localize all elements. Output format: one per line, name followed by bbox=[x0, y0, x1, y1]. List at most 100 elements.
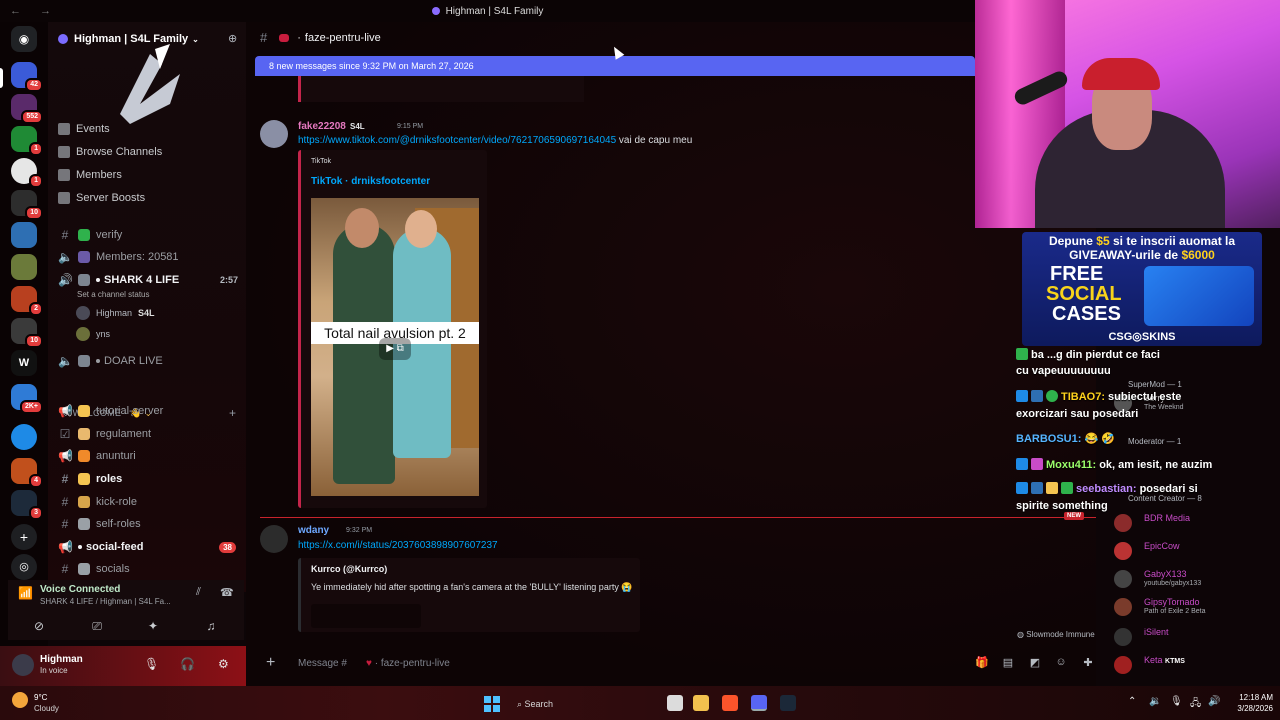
channel-members-count[interactable]: 🔈 Members: 20581 bbox=[58, 248, 244, 266]
member-item[interactable]: EpicCow bbox=[1114, 540, 1274, 562]
chevron-up-icon[interactable]: ⌃ bbox=[1128, 696, 1136, 707]
embed-text: Ye immediately hid after spotting a fan'… bbox=[311, 582, 633, 592]
server-icon-5[interactable]: 10 bbox=[11, 190, 43, 220]
soundboard-icon[interactable]: ♫ bbox=[200, 616, 222, 636]
user-name[interactable]: Highman bbox=[40, 654, 83, 665]
ad-text: si te inscrii auomat la bbox=[1109, 234, 1236, 248]
server-icon-3[interactable]: 1 bbox=[11, 126, 43, 156]
embed-title[interactable]: TikTok · drniksfootcenter bbox=[311, 176, 430, 187]
discord-home-icon[interactable]: ◉ bbox=[11, 26, 37, 52]
headphones-icon[interactable]: 🎧 bbox=[180, 657, 195, 671]
channel-roles[interactable]: # roles bbox=[58, 470, 244, 488]
composer-placeholder[interactable]: Message # bbox=[298, 658, 347, 669]
channel-shark-4-life[interactable]: 🔊 SHARK 4 LIFE 2:57 bbox=[58, 271, 244, 289]
server-icon-7[interactable] bbox=[11, 254, 37, 280]
gif-icon[interactable]: ▤ bbox=[1000, 656, 1016, 672]
emoji-icon[interactable]: ☺ bbox=[1053, 656, 1069, 672]
member-item[interactable]: Keta KTMS bbox=[1114, 654, 1274, 676]
avatar[interactable] bbox=[260, 120, 288, 148]
screen-share-icon[interactable]: ⎚ bbox=[86, 616, 108, 636]
chat-user: Moxu411: bbox=[1046, 459, 1097, 471]
voice-user[interactable]: Highman S4L bbox=[76, 305, 155, 321]
server-icon-4[interactable]: 1 bbox=[11, 158, 43, 188]
chat-text: 😂 🤣 bbox=[1081, 433, 1115, 445]
nav-members[interactable]: Members bbox=[58, 166, 122, 184]
voice-user[interactable]: yns bbox=[76, 326, 110, 342]
composer-channel[interactable]: ♥ · faze-pentru-live bbox=[366, 658, 450, 669]
gear-icon[interactable]: ⚙ bbox=[218, 657, 229, 671]
camera-off-icon[interactable]: ⊘ bbox=[28, 616, 50, 636]
embed-author[interactable]: Kurrco (@Kurrco) bbox=[311, 564, 387, 574]
message-link[interactable]: https://x.com/i/status/20376038989076072… bbox=[298, 540, 498, 551]
channel-status[interactable]: Set a channel status bbox=[77, 290, 150, 299]
network-icon[interactable]: 🖧 bbox=[1190, 696, 1201, 713]
server-icon-12[interactable] bbox=[11, 424, 37, 450]
disconnect-icon[interactable]: ☎ bbox=[220, 586, 234, 599]
weather-desc[interactable]: Cloudy bbox=[34, 704, 59, 713]
server-icon-1[interactable]: 42 bbox=[11, 62, 43, 92]
channel-verify[interactable]: # verify bbox=[58, 226, 244, 244]
voice-status[interactable]: Voice Connected bbox=[40, 584, 120, 595]
channel-tutorial-server[interactable]: 📢 tutorial-server bbox=[58, 402, 244, 420]
server-icon-11[interactable]: 2K+ bbox=[11, 384, 43, 414]
crown-badge-icon bbox=[1046, 482, 1058, 494]
server-badge: 2 bbox=[29, 302, 43, 316]
server-icon-6[interactable] bbox=[11, 222, 37, 248]
windows-start-icon[interactable] bbox=[484, 696, 500, 712]
taskbar-search[interactable]: ⌕ Search bbox=[513, 695, 569, 713]
channel-self-roles[interactable]: # self-roles bbox=[58, 515, 244, 533]
sticker-icon[interactable]: ◩ bbox=[1027, 656, 1043, 672]
channel-regulament[interactable]: ☑ regulament bbox=[58, 425, 244, 443]
member-item[interactable]: iSilent bbox=[1114, 626, 1274, 648]
member-item[interactable]: GipsyTornado Path of Exile 2 Beta bbox=[1114, 596, 1274, 618]
brave-browser-icon[interactable] bbox=[722, 695, 738, 711]
server-icon-10[interactable]: W bbox=[11, 350, 37, 376]
nav-server-boosts[interactable]: Server Boosts bbox=[58, 189, 145, 207]
file-explorer-icon[interactable] bbox=[693, 695, 709, 711]
message-link[interactable]: https://www.tiktok.com/@drniksfootcenter… bbox=[298, 135, 616, 146]
clock-time[interactable]: 12:18 AM bbox=[1233, 693, 1273, 702]
message-author[interactable]: fake22208 bbox=[298, 121, 346, 132]
server-icon-9[interactable]: 10 bbox=[11, 318, 43, 348]
weather-temp[interactable]: 9°C bbox=[34, 693, 47, 702]
message-author[interactable]: wdany bbox=[298, 525, 329, 536]
voice-location[interactable]: SHARK 4 LIFE / Highman | S4L Fa... bbox=[40, 597, 171, 606]
task-view-icon[interactable] bbox=[667, 695, 683, 711]
play-icon[interactable]: ▶ ⧉ bbox=[379, 338, 411, 360]
clock-date[interactable]: 3/28/2026 bbox=[1225, 704, 1273, 713]
embed-media[interactable] bbox=[311, 604, 421, 628]
invite-people-icon[interactable]: ⊕ bbox=[228, 32, 240, 45]
nav-events[interactable]: Events bbox=[58, 120, 110, 138]
server-icon-14[interactable]: 3 bbox=[11, 490, 43, 520]
avatar[interactable] bbox=[12, 654, 34, 676]
microphone-icon[interactable]: 🎙 bbox=[144, 657, 159, 671]
channel-socials[interactable]: # socials bbox=[58, 560, 244, 578]
steam-icon[interactable] bbox=[780, 695, 796, 711]
discord-taskbar-icon[interactable] bbox=[751, 695, 767, 711]
add-server-icon[interactable]: + bbox=[11, 524, 37, 550]
microphone-icon[interactable]: 🎙 bbox=[1170, 696, 1183, 707]
channel-anunturi[interactable]: 📢 anunturi bbox=[58, 447, 244, 465]
server-icon-8[interactable]: 2 bbox=[11, 286, 43, 316]
activities-icon[interactable]: ✦ bbox=[142, 616, 164, 636]
noise-suppression-icon[interactable]: ⫽ bbox=[196, 586, 201, 599]
discover-icon[interactable]: ◎ bbox=[11, 554, 37, 580]
nav-browse-channels[interactable]: Browse Channels bbox=[58, 143, 162, 161]
member-item[interactable]: GabyX133 youtube/gabyx133 bbox=[1114, 568, 1274, 590]
speaker-icon[interactable]: 🔊 bbox=[1208, 696, 1220, 707]
video-thumbnail[interactable]: Total nail avulsion pt. 2 ▶ ⧉ bbox=[311, 198, 479, 496]
channel-doar-live[interactable]: 🔈 DOAR LIVE bbox=[58, 352, 244, 370]
message-composer[interactable]: + Message # ♥ · faze-pentru-live 🎁 ▤ ◩ ☺… bbox=[256, 650, 1094, 678]
member-tag: KTMS bbox=[1165, 658, 1185, 665]
volume-icon[interactable]: 🔉 bbox=[1149, 696, 1161, 707]
attach-plus-icon[interactable]: + bbox=[266, 654, 275, 672]
gift-icon[interactable]: 🎁 bbox=[974, 656, 990, 672]
chat-text: spirite something bbox=[1016, 500, 1108, 512]
server-icon-13[interactable]: 4 bbox=[11, 458, 43, 488]
channel-social-feed[interactable]: 📢 social-feed 38 bbox=[58, 538, 244, 556]
avatar[interactable] bbox=[260, 525, 288, 553]
weather-icon[interactable] bbox=[12, 692, 28, 708]
apps-icon[interactable]: ✚ bbox=[1080, 656, 1096, 672]
channel-kick-role[interactable]: # kick-role bbox=[58, 493, 244, 511]
server-icon-2[interactable]: 552 bbox=[11, 94, 43, 124]
